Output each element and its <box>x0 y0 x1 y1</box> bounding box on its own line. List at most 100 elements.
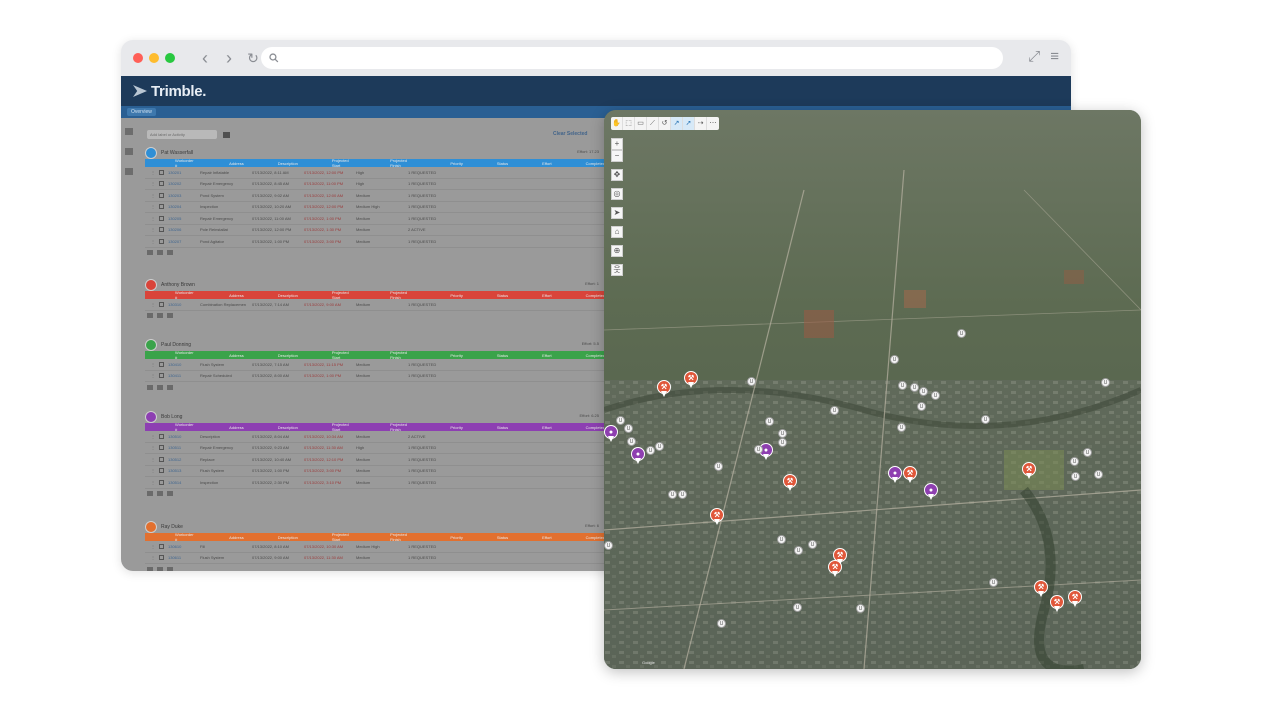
row-checkbox[interactable] <box>159 301 164 307</box>
column-header[interactable]: Workorder # <box>175 290 195 300</box>
target-icon[interactable]: ⊕ <box>611 245 623 257</box>
column-header[interactable]: Workorder # <box>175 422 195 432</box>
workorder-link[interactable]: 130510 <box>168 434 196 439</box>
column-header[interactable]: Completed <box>586 353 605 358</box>
location-marker[interactable]: U <box>777 535 786 544</box>
column-header[interactable]: Effort <box>542 161 552 166</box>
drag-handle-icon[interactable]: ⋮ <box>151 445 155 450</box>
column-header[interactable]: Projected Start <box>332 290 356 300</box>
rectangle-tool-icon[interactable]: ▭ <box>635 117 647 130</box>
forward-icon[interactable]: › <box>219 49 239 67</box>
workorder-link[interactable]: 130204 <box>168 204 196 209</box>
locate-icon[interactable]: ◎ <box>611 188 623 200</box>
row-checkbox[interactable] <box>159 543 164 549</box>
workorder-pin[interactable]: ⚒ <box>828 560 842 578</box>
location-marker[interactable]: U <box>890 355 899 364</box>
zoom-out-button[interactable]: − <box>611 150 623 162</box>
workorder-link[interactable]: 130511 <box>168 445 196 450</box>
maximize-window-button[interactable] <box>165 53 175 63</box>
drag-handle-icon[interactable]: ⋮ <box>151 181 155 186</box>
search-icon[interactable] <box>147 491 153 496</box>
drag-handle-icon[interactable]: ⋮ <box>151 227 155 232</box>
row-checkbox[interactable] <box>159 181 164 187</box>
zoom-in-button[interactable]: + <box>611 138 623 150</box>
address-bar[interactable] <box>261 47 1003 69</box>
workorder-link[interactable]: 130410 <box>168 362 196 367</box>
line-tool-icon[interactable]: ⟋ <box>647 117 659 130</box>
location-marker[interactable]: U <box>747 377 756 386</box>
workorder-pin[interactable]: ⚒ <box>1068 590 1082 608</box>
layers-icon[interactable] <box>157 491 163 496</box>
table-row[interactable]: ⋮ 130203 Pond System 07/13/2022, 9:02 AM 07/… <box>145 190 605 202</box>
truck-icon[interactable] <box>167 250 173 255</box>
row-checkbox[interactable] <box>159 361 164 367</box>
drag-handle-icon[interactable]: ⋮ <box>151 193 155 198</box>
location-marker[interactable]: U <box>931 391 940 400</box>
table-row[interactable]: ⋮ 130205 Repair Emergency 07/13/2022, 11:00… <box>145 213 605 225</box>
workorder-pin[interactable]: ⚒ <box>710 508 724 526</box>
trimble-logo[interactable]: Trimble. <box>133 83 206 100</box>
minimize-window-button[interactable] <box>149 53 159 63</box>
search-icon[interactable] <box>147 313 153 318</box>
map-view[interactable]: ✋ ⬚ ▭ ⟋ ↺ ↗ ➚ ⇢ ⋯ + − ✥ ◎ ➤ ⌂ ⊕ 웃 ⚒ ⚒ ⚒ … <box>604 110 1141 669</box>
table-row[interactable]: ⋮ 130204 Inspection 07/13/2022, 10:20 AM 07/… <box>145 202 605 213</box>
layers-icon[interactable] <box>157 313 163 318</box>
workorder-link[interactable]: 130514 <box>168 480 196 485</box>
location-marker[interactable]: U <box>616 416 625 425</box>
column-header[interactable]: Priority <box>450 161 462 166</box>
column-header[interactable]: Projected Start <box>332 532 356 542</box>
back-icon[interactable]: ‹ <box>195 49 215 67</box>
column-header[interactable]: Priority <box>450 535 462 540</box>
table-row[interactable]: ⋮ 130201 Repair Inflatable 07/13/2022, 8:11… <box>145 167 605 179</box>
location-marker[interactable]: U <box>714 462 723 471</box>
location-marker[interactable]: U <box>793 603 802 612</box>
column-header[interactable]: Priority <box>450 353 462 358</box>
workorder-link[interactable]: 130206 <box>168 227 196 232</box>
table-row[interactable]: ⋮ 130411 Repair Scheduled 07/13/2022, 8:00 … <box>145 371 605 382</box>
column-header[interactable]: Completed <box>586 293 605 298</box>
table-row[interactable]: ⋮ 130513 Flush System 07/13/2022, 1:00 PM 07… <box>145 466 605 477</box>
workorder-link[interactable]: 130205 <box>168 216 196 221</box>
location-marker[interactable]: U <box>794 546 803 555</box>
row-checkbox[interactable] <box>159 456 164 462</box>
column-header[interactable]: Projected Start <box>332 422 356 432</box>
truck-icon[interactable] <box>167 313 173 318</box>
expand-icon[interactable]: ⤢ <box>1028 48 1040 65</box>
row-checkbox[interactable] <box>159 555 164 561</box>
clear-selected-link[interactable]: Clear Selected <box>553 131 587 137</box>
crew-pin[interactable]: ● <box>924 483 938 501</box>
location-marker[interactable]: U <box>655 442 664 451</box>
drag-handle-icon[interactable]: ⋮ <box>151 216 155 221</box>
location-marker[interactable]: U <box>604 541 613 550</box>
column-header[interactable]: Description <box>278 293 298 298</box>
location-marker[interactable]: U <box>856 604 865 613</box>
column-header[interactable]: Effort <box>542 425 552 430</box>
drag-handle-icon[interactable]: ⋮ <box>151 480 155 485</box>
drag-handle-icon[interactable]: ⋮ <box>151 204 155 209</box>
workorder-link[interactable]: 130207 <box>168 239 196 244</box>
rail-calendar-icon[interactable] <box>125 148 133 155</box>
rail-list-icon[interactable] <box>125 128 133 135</box>
location-marker[interactable]: U <box>646 446 655 455</box>
column-header[interactable]: Description <box>278 535 298 540</box>
column-header[interactable]: Description <box>278 353 298 358</box>
column-header[interactable]: Address <box>229 425 244 430</box>
location-marker[interactable]: U <box>765 417 774 426</box>
close-window-button[interactable] <box>133 53 143 63</box>
location-marker[interactable]: U <box>778 429 787 438</box>
column-header[interactable]: Workorder # <box>175 350 195 360</box>
workorder-pin[interactable]: ⚒ <box>903 466 917 484</box>
column-header[interactable]: Projected Finish <box>390 290 416 300</box>
workorder-link[interactable]: 130203 <box>168 193 196 198</box>
street-view-icon[interactable]: 웃 <box>611 264 623 276</box>
row-checkbox[interactable] <box>159 479 164 485</box>
location-marker[interactable]: U <box>1070 457 1079 466</box>
rail-grid-icon[interactable] <box>125 168 133 175</box>
truck-icon[interactable] <box>167 384 173 390</box>
workorder-link[interactable]: 130411 <box>168 373 196 378</box>
workorder-link[interactable]: 130512 <box>168 457 196 462</box>
crew-pin[interactable]: ● <box>604 425 618 443</box>
location-marker[interactable]: U <box>957 329 966 338</box>
location-marker[interactable]: U <box>808 540 817 549</box>
table-row[interactable]: ⋮ 130511 Repair Emergency 07/13/2022, 9:23 … <box>145 443 605 454</box>
